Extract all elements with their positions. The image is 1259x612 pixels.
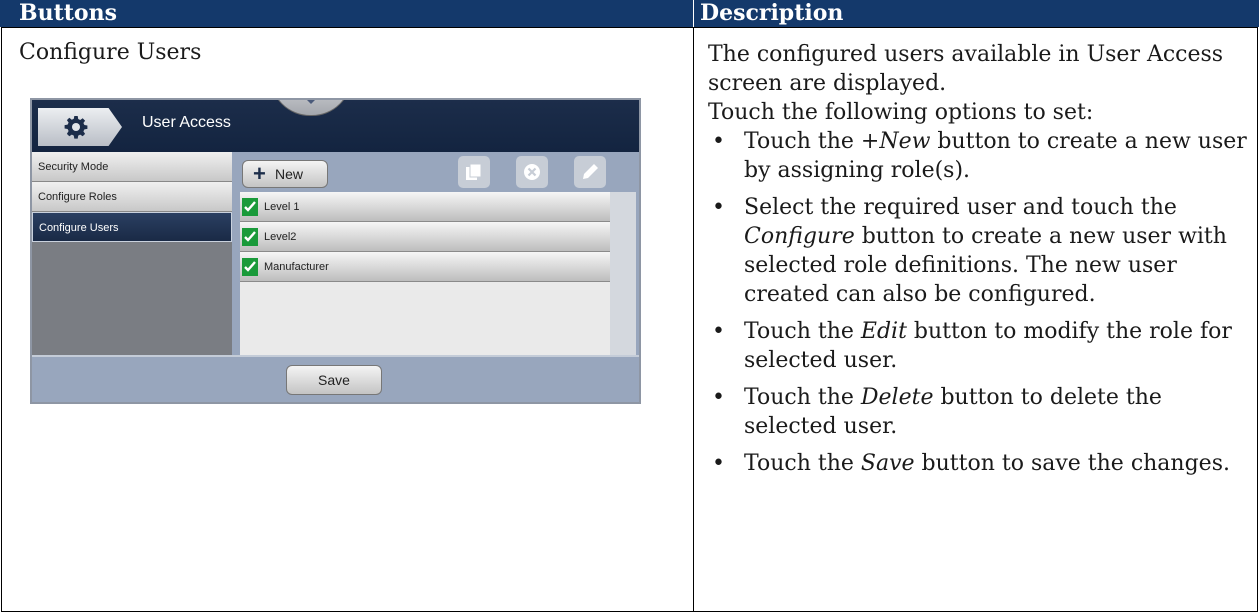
plus-icon: + [253, 161, 266, 186]
document-table: Buttons Description Configure Users User… [0, 0, 1259, 612]
user-list: Level 1 Level2 Manufacturer [240, 192, 610, 355]
bullet-save: Touch the Save button to save the change… [708, 449, 1253, 478]
edit-icon [583, 164, 598, 179]
bullet-new: Touch the +New button to create a new us… [708, 127, 1253, 185]
check-icon [242, 258, 258, 276]
pull-down-tab[interactable] [270, 100, 352, 116]
desc-intro: The configured users available in User A… [708, 42, 1224, 96]
user-name: Level 1 [264, 201, 300, 213]
gear-icon [64, 116, 88, 139]
delete-button[interactable] [516, 156, 548, 188]
bullet-configure: Select the required user and touch the C… [708, 193, 1253, 309]
desc-lead: Touch the following options to set: [708, 100, 1094, 125]
edit-button[interactable] [574, 156, 606, 188]
list-item[interactable]: Level 1 [240, 192, 610, 222]
device-screenshot: User Access Security Mode Configure Role… [30, 98, 641, 404]
user-name: Level2 [264, 231, 297, 243]
list-item[interactable]: Manufacturer [240, 252, 610, 282]
title-bar: User Access [32, 100, 639, 152]
bullet-edit: Touch the Edit button to modify the role… [708, 317, 1253, 375]
new-button[interactable]: + New [242, 160, 328, 188]
breadcrumb: User Access [142, 114, 231, 131]
list-item[interactable]: Level2 [240, 222, 610, 252]
sidebar-item-security-mode[interactable]: Security Mode [32, 152, 232, 182]
sidebar-item-configure-roles[interactable]: Configure Roles [32, 182, 232, 212]
header-description: Description [693, 0, 1259, 27]
user-name: Manufacturer [264, 261, 329, 273]
toolbar: + New [238, 152, 638, 192]
option-list: Touch the +New button to create a new us… [708, 127, 1253, 478]
home-button[interactable] [38, 108, 122, 146]
save-button[interactable]: Save [286, 365, 382, 395]
delete-icon [524, 164, 540, 180]
copy-button[interactable] [458, 156, 490, 188]
bullet-delete: Touch the Delete button to delete the se… [708, 383, 1253, 441]
main-panel: Security Mode Configure Roles Configure … [32, 152, 639, 402]
check-icon [242, 198, 258, 216]
scrollbar[interactable] [610, 192, 636, 355]
sidebar-item-configure-users[interactable]: Configure Users [32, 212, 232, 242]
save-bar: Save [32, 355, 639, 402]
new-button-label: New [275, 166, 304, 182]
copy-icon [466, 163, 482, 180]
sidebar: Security Mode Configure Roles Configure … [32, 152, 232, 355]
header-buttons: Buttons [0, 0, 693, 27]
check-icon [242, 228, 258, 246]
description-text: The configured users available in User A… [708, 40, 1253, 478]
row-title: Configure Users [19, 40, 202, 65]
